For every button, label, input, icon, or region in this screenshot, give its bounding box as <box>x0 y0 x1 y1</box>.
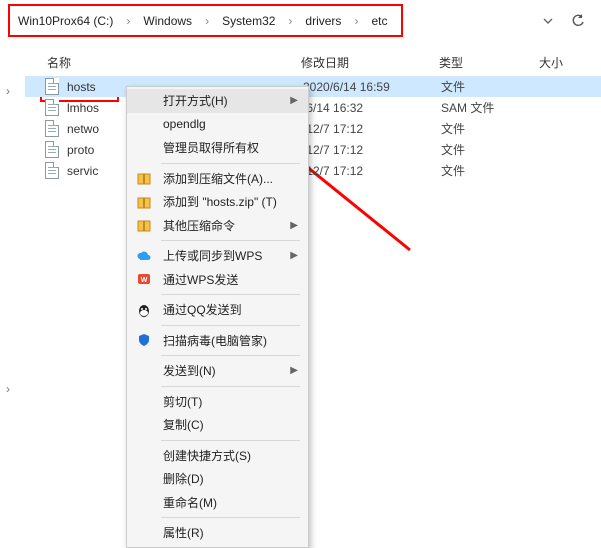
file-type: 文件 <box>421 78 521 95</box>
menu-label: 重命名(M) <box>163 494 217 511</box>
breadcrumb-seg[interactable]: Win10Prox64 (C:) <box>14 12 117 30</box>
column-type[interactable]: 类型 <box>421 54 521 71</box>
file-name: proto <box>67 143 94 157</box>
file-name: lmhos <box>67 101 99 115</box>
menu-label: 发送到(N) <box>163 362 216 379</box>
menu-open-with[interactable]: 打开方式(H) ▶ <box>127 89 308 113</box>
menu-separator <box>161 325 300 326</box>
file-row[interactable]: proto /12/7 17:12 文件 <box>25 139 601 160</box>
svg-text:W: W <box>141 277 148 284</box>
menu-separator <box>161 386 300 387</box>
menu-label: 添加到 "hosts.zip" (T) <box>163 193 277 210</box>
submenu-arrow-icon: ▶ <box>290 250 298 261</box>
menu-label: 删除(D) <box>163 470 204 487</box>
nav-panel-stub: › › <box>0 78 22 388</box>
menu-label: 打开方式(H) <box>163 92 228 109</box>
column-size[interactable]: 大小 <box>521 54 581 71</box>
column-date[interactable]: 修改日期 <box>283 54 421 71</box>
breadcrumb-seg[interactable]: Windows <box>139 12 196 30</box>
archive-icon <box>136 194 152 210</box>
menu-label: 管理员取得所有权 <box>163 139 259 156</box>
file-row[interactable]: servic /12/7 17:12 文件 <box>25 160 601 181</box>
menu-cut[interactable]: 剪切(T) <box>127 390 308 414</box>
menu-separator <box>161 440 300 441</box>
file-row[interactable]: lmhos /6/14 16:32 SAM 文件 <box>25 97 601 118</box>
file-icon <box>45 99 59 116</box>
menu-admin-take-ownership[interactable]: 管理员取得所有权 <box>127 136 308 160</box>
file-name: servic <box>67 164 98 178</box>
menu-add-hosts-zip[interactable]: 添加到 "hosts.zip" (T) <box>127 190 308 214</box>
file-icon <box>45 120 59 137</box>
file-icon <box>45 141 59 158</box>
file-type: SAM 文件 <box>421 99 521 116</box>
menu-add-archive[interactable]: 添加到压缩文件(A)... <box>127 167 308 191</box>
file-type: 文件 <box>421 120 521 137</box>
file-name: hosts <box>67 80 96 94</box>
menu-send-wps[interactable]: W 通过WPS发送 <box>127 268 308 292</box>
menu-send-to[interactable]: 发送到(N) ▶ <box>127 359 308 383</box>
menu-opendlg[interactable]: opendlg <box>127 113 308 137</box>
menu-label: 添加到压缩文件(A)... <box>163 170 273 187</box>
breadcrumb-seg[interactable]: drivers <box>301 12 345 30</box>
menu-label: 通过QQ发送到 <box>163 301 242 318</box>
menu-label: 创建快捷方式(S) <box>163 447 251 464</box>
menu-other-compress[interactable]: 其他压缩命令 ▶ <box>127 214 308 238</box>
menu-copy[interactable]: 复制(C) <box>127 413 308 437</box>
menu-send-qq[interactable]: 通过QQ发送到 <box>127 298 308 322</box>
menu-separator <box>161 294 300 295</box>
file-type: 文件 <box>421 141 521 158</box>
wps-icon: W <box>136 271 152 287</box>
menu-label: 复制(C) <box>163 416 204 433</box>
menu-label: 属性(R) <box>163 524 204 541</box>
menu-separator <box>161 517 300 518</box>
submenu-arrow-icon: ▶ <box>290 365 298 376</box>
archive-icon <box>136 170 152 186</box>
menu-upload-wps[interactable]: 上传或同步到WPS ▶ <box>127 244 308 268</box>
chevron-right-icon[interactable]: › <box>349 14 363 28</box>
menu-label: 扫描病毒(电脑管家) <box>163 332 267 349</box>
qq-icon <box>136 302 152 318</box>
chevron-right-icon[interactable]: › <box>121 14 135 28</box>
context-menu: 打开方式(H) ▶ opendlg 管理员取得所有权 添加到压缩文件(A)...… <box>126 86 309 548</box>
menu-label: 剪切(T) <box>163 393 202 410</box>
breadcrumb-seg[interactable]: System32 <box>218 12 279 30</box>
menu-label: opendlg <box>163 117 206 131</box>
menu-separator <box>161 355 300 356</box>
shield-icon <box>136 332 152 348</box>
breadcrumb[interactable]: Win10Prox64 (C:) › Windows › System32 › … <box>14 12 391 30</box>
menu-label: 通过WPS发送 <box>163 271 238 288</box>
chevron-right-icon[interactable]: › <box>283 14 297 28</box>
file-row[interactable]: netwo /12/7 17:12 文件 <box>25 118 601 139</box>
menu-separator <box>161 163 300 164</box>
column-headers[interactable]: 名称 修改日期 类型 大小 <box>25 50 601 74</box>
menu-label: 上传或同步到WPS <box>163 247 262 264</box>
archive-icon <box>136 217 152 233</box>
chevron-right-icon[interactable]: › <box>6 382 10 396</box>
chevron-right-icon[interactable]: › <box>6 84 10 98</box>
menu-delete[interactable]: 删除(D) <box>127 467 308 491</box>
file-list: hosts 2020/6/14 16:59 文件 lmhos /6/14 16:… <box>25 76 601 181</box>
submenu-arrow-icon: ▶ <box>290 220 298 231</box>
menu-separator <box>161 240 300 241</box>
breadcrumb-seg[interactable]: etc <box>367 12 391 30</box>
file-row-hosts[interactable]: hosts 2020/6/14 16:59 文件 <box>25 76 601 97</box>
file-name: netwo <box>67 122 99 136</box>
refresh-icon[interactable] <box>563 8 593 34</box>
menu-scan-virus[interactable]: 扫描病毒(电脑管家) <box>127 329 308 353</box>
address-bar: Win10Prox64 (C:) › Windows › System32 › … <box>0 6 601 36</box>
menu-rename[interactable]: 重命名(M) <box>127 491 308 515</box>
file-icon <box>45 162 59 179</box>
dropdown-chevron-icon[interactable] <box>533 8 563 34</box>
submenu-arrow-icon: ▶ <box>290 95 298 106</box>
menu-label: 其他压缩命令 <box>163 217 235 234</box>
file-icon <box>45 78 59 95</box>
chevron-right-icon[interactable]: › <box>200 14 214 28</box>
column-name[interactable]: 名称 <box>25 54 283 71</box>
cloud-upload-icon <box>136 248 152 264</box>
menu-create-shortcut[interactable]: 创建快捷方式(S) <box>127 444 308 468</box>
file-type: 文件 <box>421 162 521 179</box>
